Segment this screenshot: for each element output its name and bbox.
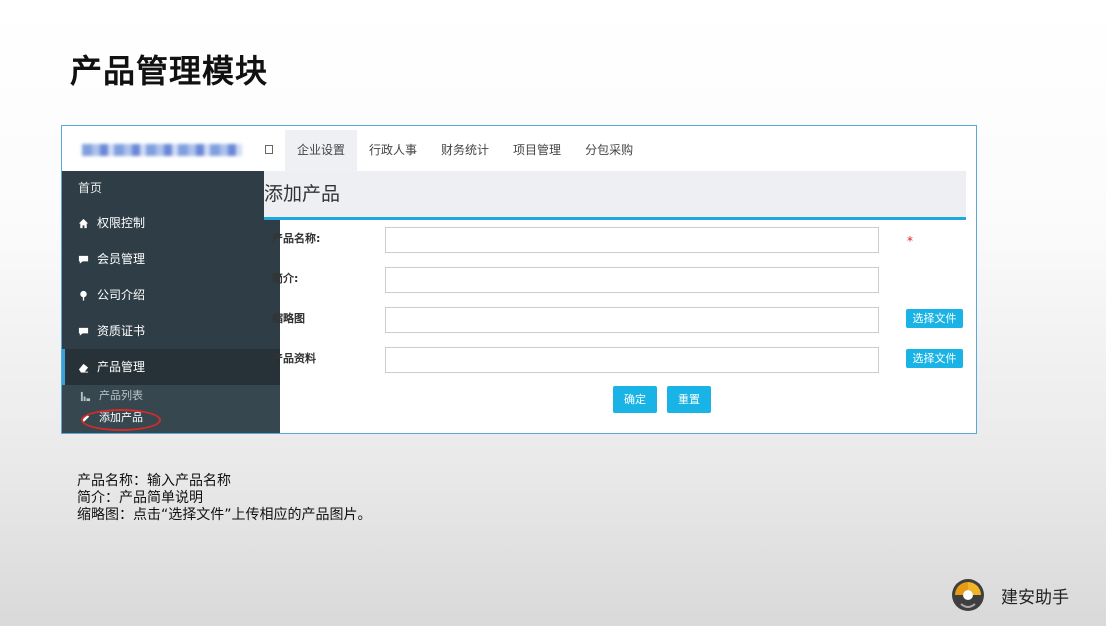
form-row-thumbnail: 缩略图 选择文件: [264, 307, 976, 337]
home-icon: [78, 218, 89, 228]
form-row-product-name: 产品名称: *: [264, 227, 976, 257]
app-screenshot: 企业设置 行政人事 财务统计 项目管理 分包采购 首页 权限控制 会员管理 公司…: [61, 125, 977, 434]
tab-admin-hr[interactable]: 行政人事: [357, 130, 429, 171]
sidebar-item-permissions[interactable]: 权限控制: [62, 205, 280, 241]
sidebar-item-label: 产品列表: [99, 389, 143, 402]
sidebar-item-certificates[interactable]: 资质证书: [62, 313, 280, 349]
product-docs-choose-file-button[interactable]: 选择文件: [906, 349, 963, 368]
sidebar-item-products[interactable]: 产品管理: [62, 349, 280, 385]
sidebar-item-members[interactable]: 会员管理: [62, 241, 280, 277]
tab-enterprise-settings[interactable]: 企业设置: [285, 130, 358, 171]
brand-footer: 建安助手: [951, 578, 1069, 612]
sidebar-item-label: 权限控制: [97, 216, 146, 230]
confirm-button[interactable]: 确定: [613, 386, 657, 413]
highlight-annotation: [81, 409, 161, 431]
pin-icon: [80, 290, 87, 301]
sidebar-item-company-intro[interactable]: 公司介绍: [62, 277, 280, 313]
brand-name: 建安助手: [1001, 587, 1069, 608]
thumbnail-input[interactable]: [385, 307, 879, 333]
product-docs-label: 产品资料: [272, 352, 316, 365]
sidebar-item-label: 会员管理: [97, 252, 146, 266]
note-line: 简介：产品简单说明: [77, 490, 203, 506]
intro-input[interactable]: [385, 267, 879, 293]
sidebar-item-label: 产品管理: [97, 360, 146, 374]
form-row-product-docs: 产品资料 选择文件: [264, 347, 976, 377]
sidebar-item-label: 公司介绍: [97, 288, 146, 302]
eraser-icon: [78, 363, 89, 373]
slide-notes: 产品名称：输入产品名称 简介：产品简单说明 缩略图：点击“选择文件”上传相应的产…: [77, 473, 372, 524]
reset-button[interactable]: 重置: [667, 386, 711, 413]
slide-title: 产品管理模块: [70, 52, 269, 90]
sidebar-item-label: 资质证书: [97, 324, 146, 338]
product-name-label: 产品名称:: [272, 232, 321, 245]
comment-icon: [78, 255, 89, 264]
tab-finance-stats[interactable]: 财务统计: [429, 130, 501, 171]
note-line: 缩略图：点击“选择文件”上传相应的产品图片。: [77, 507, 372, 523]
product-name-input[interactable]: [385, 227, 879, 253]
required-mark: *: [907, 234, 913, 248]
home-icon[interactable]: [265, 145, 273, 154]
intro-label: 简介:: [272, 272, 299, 285]
chart-icon: [80, 391, 91, 401]
sidebar-item-label: 首页: [78, 181, 103, 195]
comment-icon: [78, 327, 89, 336]
brand-logo-icon: [952, 579, 984, 611]
form-row-intro: 简介:: [264, 267, 976, 297]
sidebar-subitem-product-list[interactable]: 产品列表: [62, 385, 280, 407]
panel-title-text: 添加产品: [264, 183, 341, 205]
sidebar-item-home[interactable]: 首页: [62, 171, 280, 205]
thumbnail-label: 缩略图: [272, 312, 305, 325]
logo: [82, 144, 242, 156]
tab-project-management[interactable]: 项目管理: [501, 130, 573, 171]
main-panel: 添加产品 产品名称: * 简介: 缩略图 选择文件 产品资料 选择文件 确定 重…: [264, 171, 976, 433]
sidebar: 首页 权限控制 会员管理 公司介绍 资质证书 产品管理 产品列表 添加产品: [62, 171, 280, 433]
note-line: 产品名称：输入产品名称: [77, 473, 231, 489]
top-tabs: 企业设置 行政人事 财务统计 项目管理 分包采购: [285, 130, 645, 171]
thumbnail-choose-file-button[interactable]: 选择文件: [906, 309, 963, 328]
panel-title: 添加产品: [264, 171, 966, 220]
top-bar: 企业设置 行政人事 财务统计 项目管理 分包采购: [62, 126, 976, 171]
product-docs-input[interactable]: [385, 347, 879, 373]
tab-subcontract-purchase[interactable]: 分包采购: [573, 130, 645, 171]
